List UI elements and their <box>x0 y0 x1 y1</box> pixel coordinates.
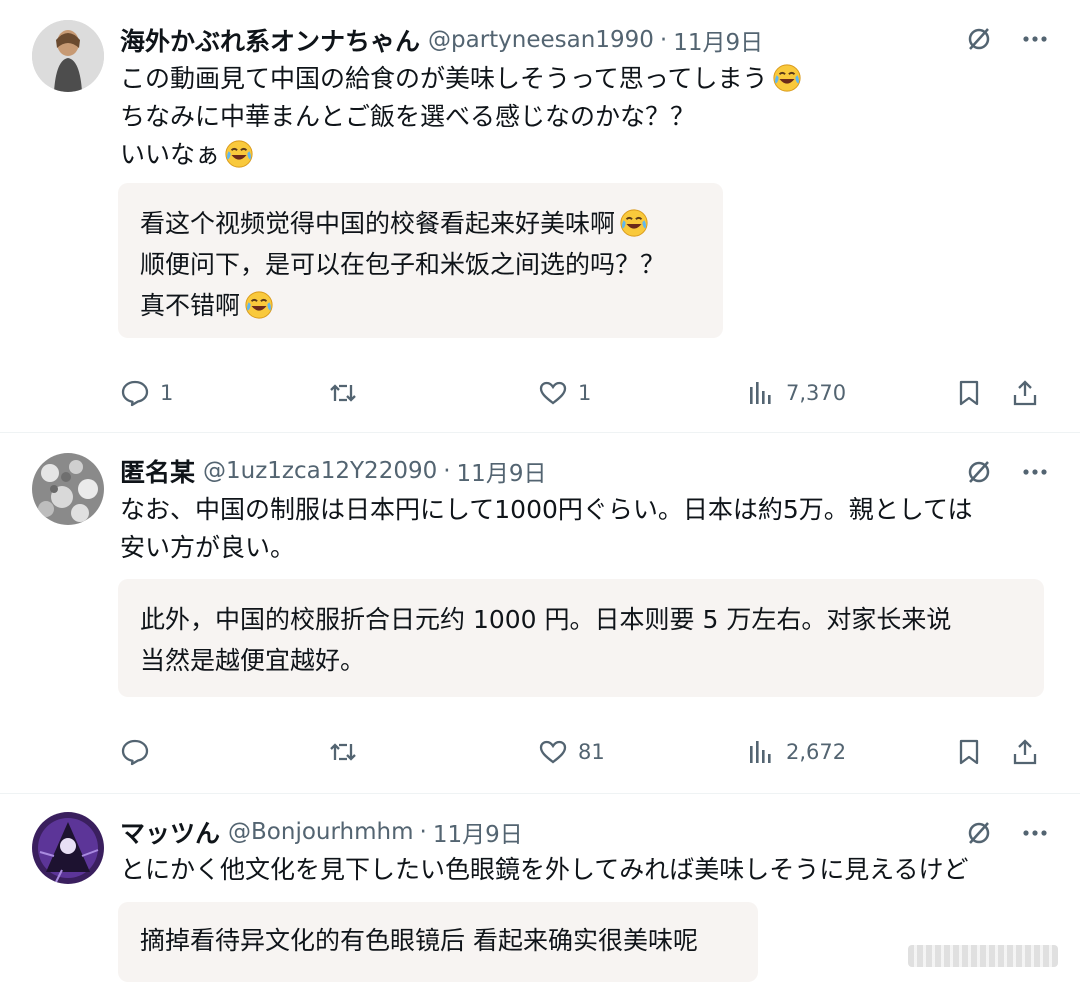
separator-dot: · <box>659 27 668 53</box>
more-dots-icon[interactable] <box>1020 457 1050 487</box>
reply-button[interactable]: 1 <box>120 373 173 413</box>
tweet-text: なお、中国の制服は日本円にして1000円ぐらい。日本は約5万。親としては 安い方… <box>120 491 1040 567</box>
tweet-2[interactable]: 匿名某 @1uz1zca12Y22090 · 11月9日 なお、中国の制服は日本… <box>0 433 1080 793</box>
heart-icon <box>539 740 567 764</box>
more-dots-icon[interactable] <box>1020 818 1050 848</box>
tweet-text-line: とにかく他文化を見下したい色眼鏡を外してみれば美味しそうに見えるけど <box>120 855 969 884</box>
bar-chart-icon <box>750 741 771 763</box>
author-name[interactable]: マッツん <box>120 814 220 850</box>
avatar[interactable] <box>32 20 104 92</box>
tweet-date[interactable]: 11月9日 <box>673 23 763 57</box>
author-handle[interactable]: @partyneesan1990 <box>428 27 654 53</box>
translation-line: 当然是越便宜越好。 <box>140 646 366 675</box>
share-button[interactable] <box>1010 732 1040 772</box>
translation-line: 此外，中国的校服折合日元约 1000 円。日本则要 5 万左右。对家长来说 <box>140 605 952 634</box>
author-name[interactable]: 海外かぶれ系オンナちゃん <box>120 22 420 58</box>
author-handle[interactable]: @1uz1zca12Y22090 <box>203 458 437 484</box>
grok-icon[interactable] <box>964 818 994 848</box>
tears-of-joy-emoji-icon <box>244 290 274 320</box>
tears-of-joy-emoji-icon <box>772 63 802 93</box>
avatar-image <box>32 20 104 92</box>
translation-line: 看这个视频觉得中国的校餐看起来好美味啊 <box>140 209 616 238</box>
view-count: 7,370 <box>786 381 847 405</box>
repost-button[interactable] <box>328 732 368 772</box>
tweet-text-line: いいなぁ <box>120 140 221 169</box>
share-button[interactable] <box>1010 373 1040 413</box>
tweet-text: この動画見て中国の給食のが美味しそうって思ってしまう ちなみに中華まんとご飯を選… <box>120 60 1040 174</box>
tears-of-joy-emoji-icon <box>619 208 649 238</box>
translation-box: 此外，中国的校服折合日元约 1000 円。日本则要 5 万左右。对家长来说 当然… <box>118 579 1044 697</box>
translation-line: 摘掉看待异文化的有色眼镜后 看起来确实很美味呢 <box>140 926 698 955</box>
like-button[interactable]: 1 <box>538 373 591 413</box>
repost-arrows-icon <box>330 743 356 761</box>
speech-bubble-icon <box>121 739 149 766</box>
view-count: 2,672 <box>786 740 847 764</box>
translation-line: 顺便问下，是可以在包子和米饭之间选的吗？？ <box>140 250 666 279</box>
header-actions <box>964 24 1050 54</box>
bookmark-button[interactable] <box>954 732 984 772</box>
share-upload-icon <box>1013 739 1037 765</box>
action-bar: 1 1 7,370 <box>118 373 1044 413</box>
avatar-image <box>32 453 104 525</box>
bookmark-button[interactable] <box>954 373 984 413</box>
translation-line: 真不错啊 <box>140 291 241 320</box>
avatar-image <box>32 812 104 884</box>
bookmark-icon <box>959 739 979 765</box>
tweet-text-line: ちなみに中華まんとご飯を選べる感じなのかな？？ <box>120 102 696 131</box>
author-handle[interactable]: @Bonjourhmhm <box>228 819 413 845</box>
views-button[interactable]: 2,672 <box>746 732 846 772</box>
header-actions <box>964 457 1050 487</box>
grok-icon[interactable] <box>964 24 994 54</box>
tweet-1[interactable]: 海外かぶれ系オンナちゃん @partyneesan1990 · 11月9日 この… <box>0 0 1080 432</box>
grok-icon[interactable] <box>964 457 994 487</box>
tweet-text-line: なお、中国の制服は日本円にして1000円ぐらい。日本は約5万。親としては <box>120 495 973 524</box>
separator-dot: · <box>443 458 451 484</box>
author-name[interactable]: 匿名某 <box>120 453 195 489</box>
avatar[interactable] <box>32 453 104 525</box>
tweet-header: 海外かぶれ系オンナちゃん @partyneesan1990 · 11月9日 <box>120 22 960 58</box>
speech-bubble-icon <box>121 380 149 407</box>
like-count: 81 <box>578 740 605 764</box>
separator-dot: · <box>419 819 427 845</box>
tweet-text: とにかく他文化を見下したい色眼鏡を外してみれば美味しそうに見えるけど <box>120 851 1040 889</box>
tweet-date[interactable]: 11月9日 <box>433 815 523 849</box>
tweet-date[interactable]: 11月9日 <box>457 454 547 488</box>
reply-count: 1 <box>160 381 174 405</box>
like-count: 1 <box>578 381 592 405</box>
tweet-header: マッツん @Bonjourhmhm · 11月9日 <box>120 814 960 850</box>
avatar[interactable] <box>32 812 104 884</box>
share-upload-icon <box>1013 380 1037 406</box>
tears-of-joy-emoji-icon <box>224 139 254 169</box>
bookmark-icon <box>959 380 979 406</box>
views-button[interactable]: 7,370 <box>746 373 846 413</box>
tweet-header: 匿名某 @1uz1zca12Y22090 · 11月9日 <box>120 453 960 489</box>
watermark <box>908 945 1058 967</box>
translation-box: 看这个视频觉得中国的校餐看起来好美味啊 顺便问下，是可以在包子和米饭之间选的吗？… <box>118 183 723 338</box>
bar-chart-icon <box>750 382 771 404</box>
tweet-text-line: この動画見て中国の給食のが美味しそうって思ってしまう <box>120 64 768 93</box>
action-bar: 81 2,672 <box>118 732 1044 772</box>
like-button[interactable]: 81 <box>538 732 605 772</box>
header-actions <box>964 818 1050 848</box>
heart-icon <box>539 381 567 405</box>
tweet-text-line: 安い方が良い。 <box>120 533 296 562</box>
repost-arrows-icon <box>330 384 356 402</box>
more-dots-icon[interactable] <box>1020 24 1050 54</box>
translation-box: 摘掉看待异文化的有色眼镜后 看起来确实很美味呢 <box>118 902 758 982</box>
repost-button[interactable] <box>328 373 368 413</box>
reply-button[interactable] <box>120 732 160 772</box>
